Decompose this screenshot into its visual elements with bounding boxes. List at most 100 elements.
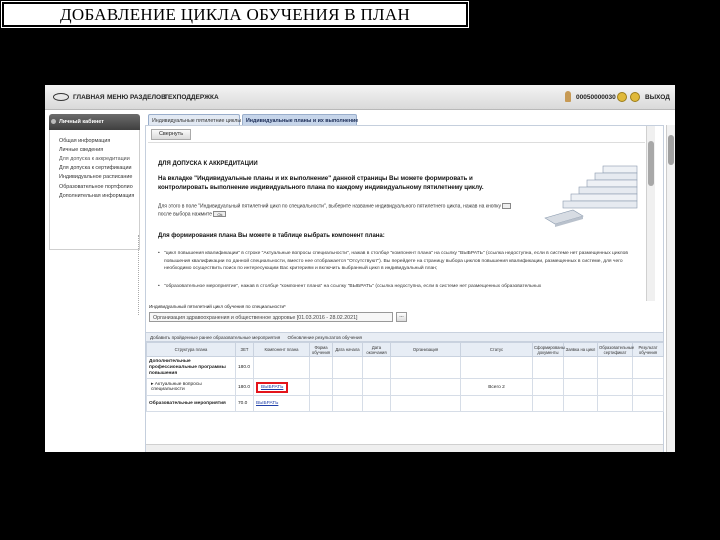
column-header[interactable]: Организация: [390, 342, 461, 357]
user-icon: [565, 91, 571, 102]
empty-cell: [332, 378, 363, 396]
empty-cell: [390, 378, 461, 396]
books-stairs-illustration: [544, 165, 638, 227]
empty-cell: [362, 356, 391, 379]
sidebar-item-accreditation[interactable]: Для допуска к аккредитации: [50, 154, 139, 163]
logout-link[interactable]: ВЫХОД: [645, 94, 670, 101]
table-row: Образовательные мероприятия 70.0 ВЫБРАТЬ: [146, 395, 664, 412]
column-header[interactable]: Структура плана: [146, 342, 236, 357]
column-header[interactable]: ЗЕТ: [235, 342, 254, 357]
empty-cell: [309, 356, 333, 379]
table-horizontal-scrollbar[interactable]: [146, 444, 663, 452]
user-id: 00050000030: [576, 94, 616, 101]
tab-five-year-cycles[interactable]: Индивидуальные пятилетние циклы: [148, 114, 241, 125]
instructions-text-a: Для этого в поле "Индивидуальный пятилет…: [158, 203, 501, 210]
empty-cell: [532, 378, 564, 396]
app-screenshot: ГЛАВНАЯ МЕНЮ РАЗДЕЛОВ ТЕХПОДДЕРЖКА 00050…: [45, 85, 675, 452]
choose-cycle-button[interactable]: ...: [396, 312, 407, 322]
page-scrollbar[interactable]: [666, 125, 675, 452]
instructions-heading: ДЛЯ ДОПУСКА К АККРЕДИТАЦИИ: [158, 161, 258, 167]
empty-cell: [332, 356, 363, 379]
empty-cell: [390, 395, 461, 412]
column-header[interactable]: Дата начала: [332, 342, 363, 357]
empty-cell: [597, 356, 633, 379]
row-structure[interactable]: ▸ Актуальные вопросы специальности: [146, 378, 236, 396]
main-content: Свернуть ДЛЯ ДОПУСКА К АККРЕДИТАЦИИ На в…: [145, 125, 664, 452]
tab-individual-plans[interactable]: Индивидуальные планы и их выполнение: [242, 114, 358, 125]
instructions-scrollbar[interactable]: [646, 126, 655, 301]
column-header[interactable]: Сформированы документы: [532, 342, 565, 357]
sidebar-header: Личный кабинет: [49, 114, 140, 130]
collapse-button[interactable]: Свернуть: [151, 129, 191, 140]
column-header[interactable]: Компонент плана: [253, 342, 310, 357]
empty-cell: [597, 378, 633, 396]
zoom-in-icon[interactable]: [617, 92, 627, 102]
top-navigation-bar: ГЛАВНАЯ МЕНЮ РАЗДЕЛОВ ТЕХПОДДЕРЖКА 00050…: [45, 85, 675, 110]
slide: ДОБАВЛЕНИЕ ЦИКЛА ОБУЧЕНИЯ В ПЛАН ГЛАВНАЯ…: [0, 0, 720, 540]
empty-cell: [632, 378, 664, 396]
empty-cell: [563, 378, 598, 396]
column-header[interactable]: Результат обучения: [632, 342, 664, 357]
page-scroll-thumb[interactable]: [668, 135, 674, 165]
row-structure: Образовательные мероприятия: [146, 395, 236, 412]
ok-button-sample: Ok: [213, 210, 227, 217]
sidebar-item-certification[interactable]: Для допуска к сертификации: [50, 164, 139, 173]
column-header[interactable]: Образовательные сертификат: [597, 342, 634, 357]
highlight-box: ВЫБРАТЬ: [256, 381, 289, 393]
table-row: Дополнительные профессиональные программ…: [146, 356, 664, 379]
instructions-scroll-thumb[interactable]: [648, 141, 654, 186]
column-header[interactable]: Дата окончания: [362, 342, 391, 357]
plan-table: Структура плана ЗЕТ Компонент плана Форм…: [146, 342, 664, 412]
empty-cell: [460, 356, 533, 379]
sidebar-item-personal[interactable]: Личные сведения: [50, 145, 139, 154]
empty-cell: [362, 395, 391, 412]
table-header-row: Структура плана ЗЕТ Компонент плана Форм…: [146, 342, 664, 357]
empty-cell: [632, 356, 664, 379]
instructions-panel: ДЛЯ ДОПУСКА К АККРЕДИТАЦИИ На вкладке "И…: [148, 142, 645, 300]
row-structure: Дополнительные профессиональные программ…: [146, 356, 236, 379]
table-row: ▸ Актуальные вопросы специальности 180.0…: [146, 378, 664, 396]
column-header[interactable]: Заявка на цикл: [563, 342, 598, 357]
zoom-out-icon[interactable]: [630, 92, 640, 102]
empty-cell: [460, 395, 533, 412]
empty-cell: [563, 356, 598, 379]
instructions-bullet-event: "образовательное мероприятие", нажав в с…: [158, 283, 644, 291]
instructions-subheading: Для формирования плана Вы можете в табли…: [158, 233, 385, 239]
instructions-text-b: после выбора нажмите: [158, 211, 213, 218]
row-zet: 180.0: [235, 356, 254, 379]
row-zet: 180.0: [235, 378, 254, 396]
empty-cell: [332, 395, 363, 412]
nav-home[interactable]: ГЛАВНАЯ: [73, 94, 105, 101]
sidebar-item-additional[interactable]: Дополнительная информация: [50, 191, 139, 200]
row-component: ВЫБРАТЬ: [253, 378, 310, 396]
splitter-handle[interactable]: [138, 235, 141, 315]
logo-icon[interactable]: [53, 93, 69, 101]
choose-button-sample: [502, 203, 512, 209]
row-component: [253, 356, 310, 379]
empty-cell: [390, 356, 461, 379]
select-cycle-link[interactable]: ВЫБРАТЬ: [261, 385, 283, 390]
select-event-link[interactable]: ВЫБРАТЬ: [256, 401, 278, 406]
empty-cell: [309, 395, 333, 412]
instructions-text: Для этого в поле "Индивидуальный пятилет…: [158, 203, 513, 219]
empty-cell: [532, 395, 564, 412]
empty-cell: [362, 378, 391, 396]
sidebar-item-general[interactable]: Общая информация: [50, 136, 139, 145]
sidebar-item-schedule[interactable]: Индивидуальное расписание: [50, 173, 139, 182]
instructions-intro: На вкладке "Индивидуальные планы и их вы…: [158, 175, 484, 191]
instructions-bullet-cycle: "цикл повышения квалификации" в строке "…: [158, 250, 644, 273]
slide-title: ДОБАВЛЕНИЕ ЦИКЛА ОБУЧЕНИЯ В ПЛАН: [1, 1, 469, 28]
column-header[interactable]: Статус: [460, 342, 533, 357]
column-header[interactable]: Форма обучения: [309, 342, 333, 357]
row-zet: 70.0: [235, 395, 254, 412]
add-past-events-button[interactable]: Добавить пройденные ранее образовательны…: [150, 335, 280, 340]
refresh-results-button[interactable]: Обновление результатов обучения: [287, 335, 362, 340]
sidebar-menu: Общая информация Личные сведения Для доп…: [49, 130, 140, 250]
sidebar-item-portfolio[interactable]: Образовательное портфолио: [50, 182, 139, 191]
sidebar-title: Личный кабинет: [59, 119, 104, 125]
empty-cell: [632, 395, 664, 412]
empty-cell: [532, 356, 564, 379]
nav-support[interactable]: ТЕХПОДДЕРЖКА: [164, 94, 219, 101]
nav-sections-menu[interactable]: МЕНЮ РАЗДЕЛОВ: [107, 94, 166, 101]
cycle-select-field[interactable]: Организация здравоохранения и общественн…: [149, 312, 393, 322]
